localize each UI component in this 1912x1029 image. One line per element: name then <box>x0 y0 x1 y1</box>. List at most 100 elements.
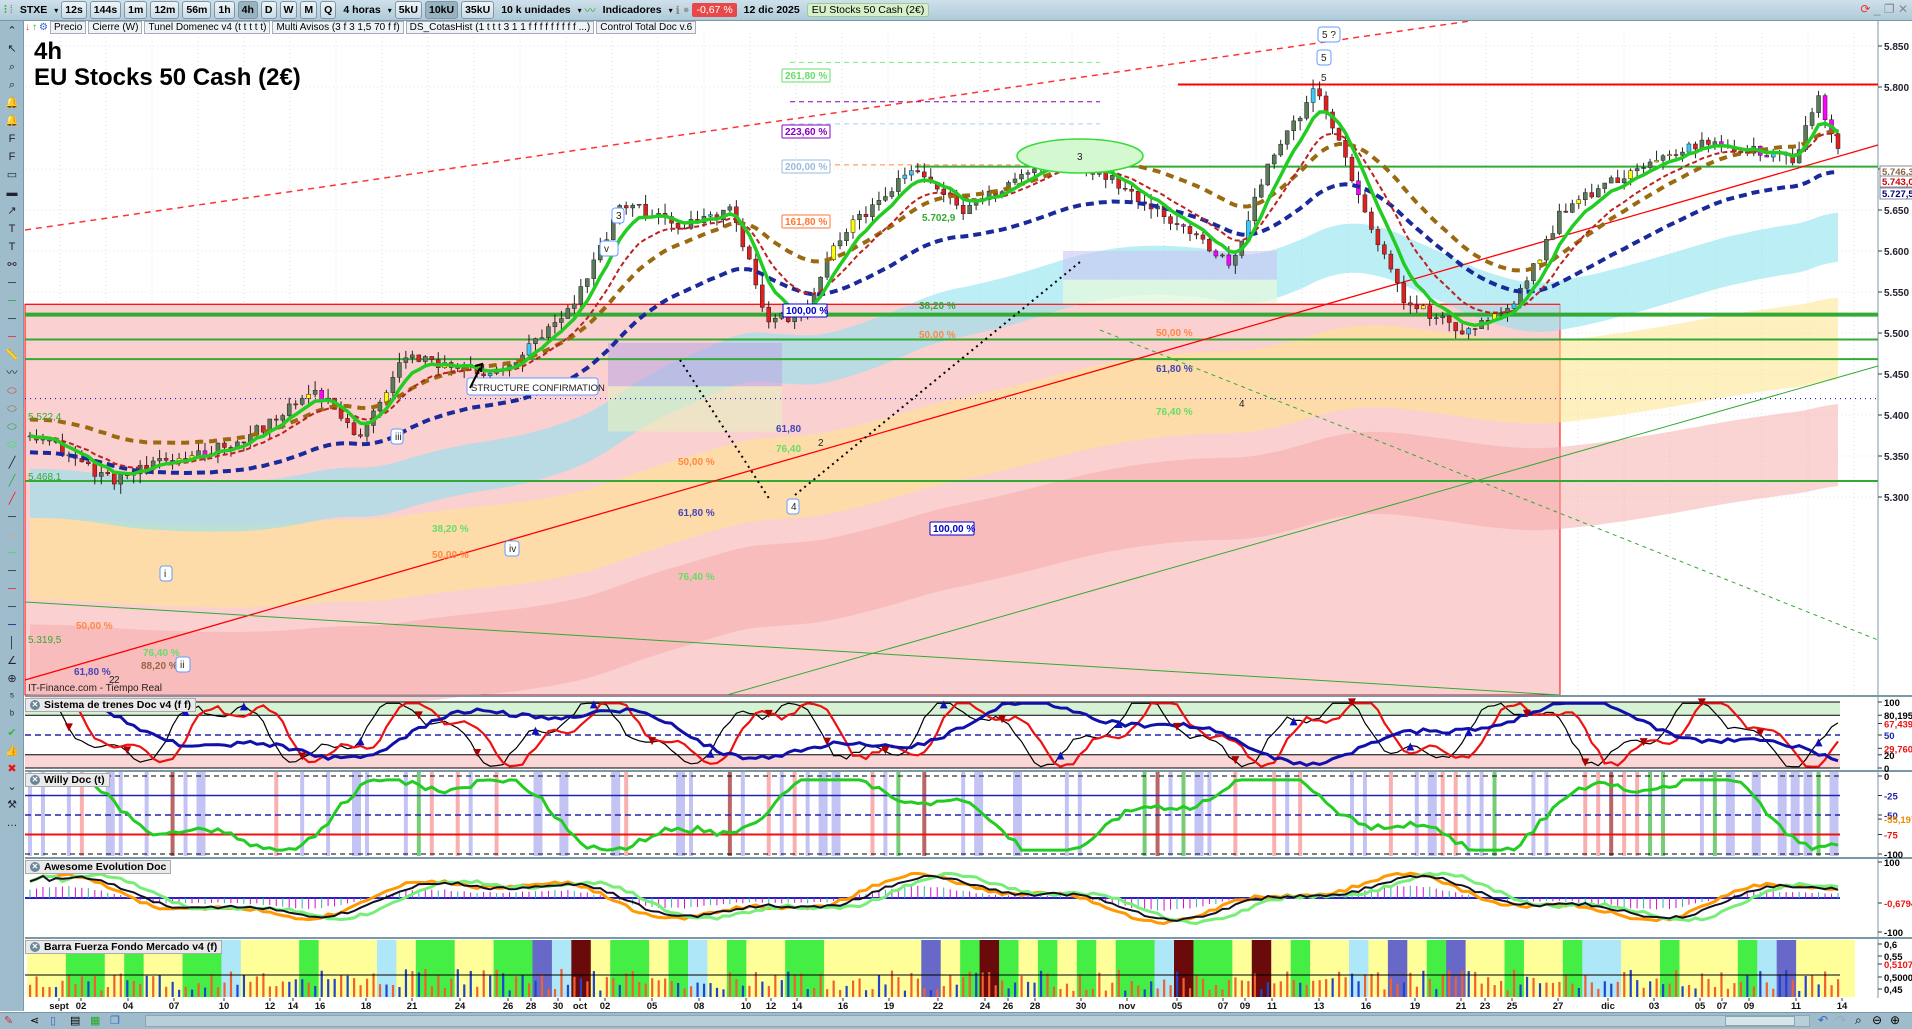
fib-tool-icon[interactable]: F <box>2 131 22 147</box>
ellipse-green-icon[interactable]: ⬭ <box>2 419 22 435</box>
zoom-in-icon[interactable]: ⊕ <box>1890 1013 1900 1027</box>
legend-item[interactable]: Precio <box>49 21 87 34</box>
close-panel-icon[interactable]: ✕ <box>30 700 40 710</box>
horizontal-scrollbar[interactable] <box>145 1015 1810 1027</box>
share-icon[interactable]: ⋖ <box>30 1014 39 1027</box>
angle-icon[interactable]: ∠ <box>2 653 22 669</box>
timeframe-button-D[interactable]: D <box>260 1 277 19</box>
legend-item[interactable]: Multi Avisos (3 f 3 1,5 70 f f) <box>272 21 404 34</box>
timeframe-button-M[interactable]: M <box>300 1 318 19</box>
timeframe-button-1m[interactable]: 1m <box>124 1 148 19</box>
layers-icon[interactable]: ▦ <box>90 1014 100 1027</box>
hline-forest-icon[interactable]: ─ <box>2 563 22 579</box>
zoom-fit-icon[interactable]: ⌕ <box>1855 1013 1862 1028</box>
settings-icon[interactable]: ⚙ <box>39 22 48 33</box>
hline-black-icon[interactable]: ─ <box>2 509 22 525</box>
scrollbar-thumb[interactable] <box>1725 1016 1795 1026</box>
hline-blue-light-icon[interactable]: ─ <box>2 599 22 615</box>
chart-type-icon[interactable]: ⫶ <box>4 4 7 17</box>
tools-icon[interactable]: ⚒ <box>2 797 22 813</box>
timeframe-button-1h[interactable]: 1h <box>214 1 235 19</box>
elliott-abc-icon[interactable]: ᵇ <box>2 707 22 723</box>
segment-icon[interactable]: ⚯ <box>2 257 22 273</box>
hline-lime-icon[interactable]: ─ <box>2 545 22 561</box>
alert-edit-icon[interactable]: 🔔 <box>2 95 22 111</box>
hline-blue-icon[interactable]: ─ <box>2 617 22 633</box>
close-icon[interactable]: ✕ <box>1898 2 1908 16</box>
panel-header-awesome[interactable]: ✕ Awesome Evolution Doc <box>25 860 172 874</box>
collapse-icon[interactable]: ⌃ <box>2 23 22 39</box>
line-green-icon[interactable]: ╱ <box>2 473 22 489</box>
undo-icon[interactable]: ↶ <box>1818 1013 1828 1027</box>
fib-line-icon[interactable]: F <box>2 149 22 165</box>
add-icon[interactable]: ↑ <box>32 22 37 33</box>
windows-icon[interactable]: ❐ <box>110 1014 120 1027</box>
close-panel-icon[interactable]: ✕ <box>30 862 40 872</box>
timeframe-button-4h[interactable]: 4h <box>237 1 258 19</box>
unit-button-35kU[interactable]: 35kU <box>461 1 495 19</box>
check-icon[interactable]: ✔ <box>2 725 22 741</box>
close-panel-icon[interactable]: ✕ <box>30 942 40 952</box>
ellipse-red-icon[interactable]: ⬭ <box>2 383 22 399</box>
close-panel-icon[interactable]: ✕ <box>30 775 40 785</box>
period-select[interactable]: 4 horas <box>339 4 384 16</box>
arrow-icon[interactable]: ↗ <box>2 203 22 219</box>
panel-header-willy[interactable]: ✕ Willy Doc (t) <box>25 773 110 787</box>
text-icon[interactable]: T <box>2 221 22 237</box>
legend-item[interactable]: Control Total Doc v.6 <box>596 21 697 34</box>
pointer-icon[interactable]: ↖ <box>2 41 22 57</box>
timeframe-button-Q[interactable]: Q <box>320 1 337 19</box>
unit-button-5kU[interactable]: 5kU <box>394 1 422 19</box>
timeframe-button-56m[interactable]: 56m <box>182 1 212 19</box>
hline-red-icon[interactable]: ─ <box>2 329 22 345</box>
symbol-select[interactable]: STXE <box>16 4 51 16</box>
line-red-icon[interactable]: ╱ <box>2 491 22 507</box>
filled-rectangle-icon[interactable]: ▬ <box>2 185 22 201</box>
thumbs-up-icon[interactable]: 👍 <box>2 743 22 759</box>
rectangle-icon[interactable]: ▭ <box>2 167 22 183</box>
timeframe-button-12m[interactable]: 12m <box>150 1 180 19</box>
alert-icon[interactable]: 🔔 <box>2 113 22 129</box>
zoom-out-icon[interactable]: ⊖ <box>1872 1013 1882 1027</box>
cross-icon[interactable]: ✖ <box>2 761 22 777</box>
hline-salmon-icon[interactable]: ─ <box>2 527 22 543</box>
panel-header-barra[interactable]: ✕ Barra Fuerza Fondo Mercado v4 (f) <box>25 940 223 954</box>
chart-pattern-icon[interactable]: 〰 <box>2 365 22 381</box>
hline-dark-green-icon[interactable]: ─ <box>2 311 22 327</box>
zoom-area-icon[interactable]: ⌕ <box>2 77 22 93</box>
units-select[interactable]: 10 k unidades <box>497 4 574 16</box>
minimize-icon[interactable]: _ <box>1874 2 1881 16</box>
remove-icon[interactable]: ↓ <box>25 22 30 33</box>
hline-red2-icon[interactable]: ─ <box>2 581 22 597</box>
redo-icon[interactable]: ↷ <box>1836 1013 1846 1027</box>
hline-green-icon[interactable]: ─ <box>2 293 22 309</box>
unit-button-10kU[interactable]: 10kU <box>424 1 459 19</box>
chart-canvas[interactable]: 5.8505.8005.7005.6505.6005.5505.5005.450… <box>0 0 1912 1029</box>
pencil-icon[interactable]: ✎ <box>4 1014 13 1027</box>
ruler-icon[interactable]: 📏 <box>2 347 22 363</box>
expand-icon[interactable]: ⌄ <box>2 779 22 795</box>
callout-icon[interactable]: T <box>2 239 22 255</box>
restore-icon[interactable]: ❐ <box>1884 2 1895 16</box>
timeframe-button-144s[interactable]: 144s <box>89 1 122 19</box>
phone-icon[interactable]: ▯ <box>50 1014 56 1027</box>
line-black-icon[interactable]: ╱ <box>2 455 22 471</box>
vline-icon[interactable]: │ <box>2 635 22 651</box>
document-icon[interactable]: ▤ <box>70 1014 80 1027</box>
info-icon[interactable]: ℹ <box>676 4 680 17</box>
timeframe-button-W[interactable]: W <box>279 1 298 19</box>
refresh-icon[interactable]: ⟳ <box>1860 2 1870 16</box>
cycle-icon[interactable]: ⊕ <box>2 671 22 687</box>
zoom-icon[interactable]: ⌕ <box>2 59 22 75</box>
more-icon[interactable]: … <box>2 815 22 831</box>
ellipse-brown-icon[interactable]: ⬭ <box>2 401 22 417</box>
panel-header-sistema[interactable]: ✕ Sistema de trenes Doc v4 (f f) <box>25 698 197 712</box>
timeframe-button-12s[interactable]: 12s <box>61 1 87 19</box>
legend-item[interactable]: Tunel Domenec v4 (t t t t t) <box>144 21 271 34</box>
elliott-impulse-icon[interactable]: ⁵ <box>2 689 22 705</box>
legend-item[interactable]: Cierre (W) <box>88 21 143 34</box>
legend-item[interactable]: DS_CotasHist (1 t t t 3 1 1 f f f f f f … <box>405 21 595 34</box>
ellipse-light-green-icon[interactable]: ⬭ <box>2 437 22 453</box>
indicators-button[interactable]: Indicadores <box>599 4 666 16</box>
hline-light-green-icon[interactable]: ─ <box>2 275 22 291</box>
